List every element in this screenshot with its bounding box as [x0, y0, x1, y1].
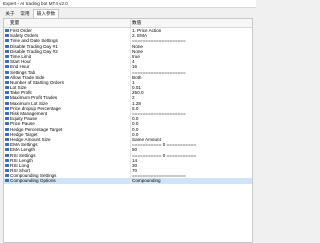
tab-bar: 关于 常用 输入参数: [0, 8, 256, 19]
parameter-icon: [5, 143, 9, 147]
table-header: 变量 数值: [4, 19, 252, 28]
window-titlebar: Expert - AI trading bot MT4 v2.0: [0, 0, 256, 8]
parameter-icon: [5, 34, 9, 38]
parameter-icon: [5, 60, 9, 64]
parameter-icon: [5, 75, 9, 79]
parameter-icon: [5, 86, 9, 90]
parameter-icon: [5, 132, 9, 136]
parameter-icon: [5, 65, 9, 69]
parameter-icon: [5, 163, 9, 167]
parameter-icon: [5, 127, 9, 131]
parameter-icon: [5, 122, 9, 126]
parameters-table: 变量 数值 First Order 1. Price Action Safety O…: [3, 18, 253, 243]
parameter-name: Compounding Options: [10, 178, 56, 184]
parameter-icon: [5, 101, 9, 105]
column-header-variable[interactable]: 变量: [10, 19, 19, 27]
parameter-icon: [5, 54, 9, 58]
parameter-icon: [5, 112, 9, 115]
parameter-icon: [5, 29, 9, 32]
table-body: First Order 1. Price Action Safety Orders 2…: [4, 28, 252, 184]
parameter-icon: [5, 106, 9, 110]
parameter-icon: [5, 137, 9, 141]
parameter-icon: [5, 153, 9, 157]
parameter-icon: [5, 44, 9, 48]
parameter-icon: [5, 174, 9, 178]
parameter-icon: [5, 148, 9, 152]
parameter-value[interactable]: Compounding: [132, 178, 161, 183]
table-row[interactable]: Compounding Options Compounding: [4, 178, 252, 184]
parameter-icon: [5, 158, 9, 162]
column-divider: [130, 178, 131, 184]
parameter-icon: [5, 91, 9, 95]
parameter-icon: [5, 80, 9, 84]
tab-common[interactable]: 常用: [18, 10, 32, 18]
tab-about[interactable]: 关于: [3, 10, 17, 18]
parameter-icon: [5, 70, 9, 74]
parameter-icon: [5, 96, 9, 100]
parameter-icon: [5, 117, 9, 121]
window-title: Expert - AI trading bot MT4 v2.0: [3, 1, 68, 6]
parameter-icon: [5, 179, 9, 183]
column-header-value[interactable]: 数值: [132, 19, 141, 27]
parameter-icon: [5, 39, 9, 43]
column-divider[interactable]: [130, 19, 131, 27]
parameter-icon: [5, 49, 9, 53]
parameter-icon: [5, 169, 9, 173]
